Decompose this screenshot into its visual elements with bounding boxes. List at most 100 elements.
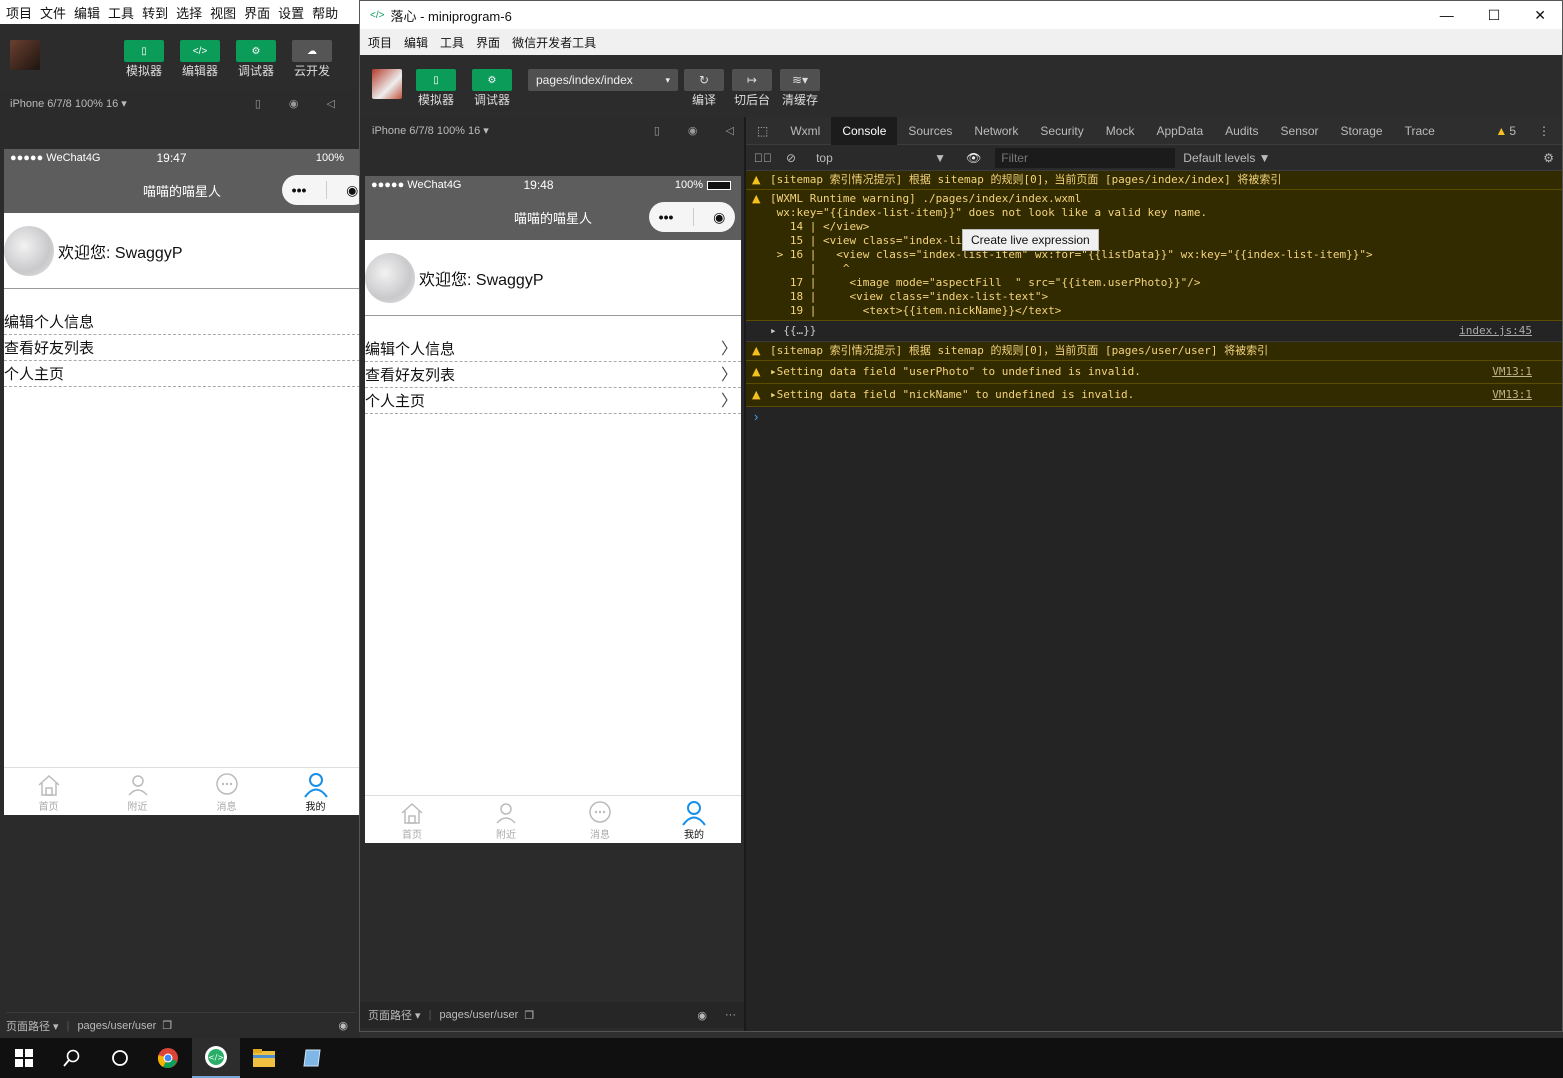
record-icon[interactable]: ◉	[688, 124, 698, 137]
debugger-icon[interactable]: ⚙	[236, 40, 276, 62]
device-selector[interactable]: iPhone 6/7/8 100% 16 ▾	[10, 97, 127, 110]
console-warning[interactable]: ▲ [sitemap 索引情况提示] 根据 sitemap 的规则[0]，当前页面…	[746, 171, 1562, 190]
eye-icon[interactable]: ◉	[338, 1019, 348, 1032]
tab-messages[interactable]: 消息	[182, 768, 271, 815]
source-link[interactable]: VM13:1	[1492, 388, 1532, 402]
menu-item[interactable]: 工具	[440, 34, 464, 51]
sidebar-toggle-icon[interactable]: ▶⃞	[754, 151, 772, 165]
list-item[interactable]: 编辑个人信息 〉	[365, 336, 741, 362]
simulator-icon[interactable]: ▯	[416, 69, 456, 91]
tab-mock[interactable]: Mock	[1095, 117, 1146, 145]
bg-menu-item[interactable]: 帮助	[312, 3, 338, 22]
console-warning[interactable]: ▲ ▸Setting data field "nickName" to undef…	[746, 384, 1562, 407]
tab-home[interactable]: 首页	[4, 768, 93, 815]
source-link[interactable]: index.js:45	[1459, 323, 1532, 339]
cloud-icon[interactable]: ☁	[292, 40, 332, 62]
clear-console-icon[interactable]: ⊘	[786, 151, 796, 165]
record-icon[interactable]: ◉	[289, 97, 299, 110]
more-icon[interactable]: •••	[659, 209, 674, 225]
tab-storage[interactable]: Storage	[1330, 117, 1394, 145]
windows-start-icon[interactable]	[0, 1038, 48, 1078]
file-explorer-icon[interactable]	[240, 1038, 288, 1078]
log-levels-select[interactable]: Default levels ▼	[1183, 151, 1270, 165]
console-log[interactable]: ▸ {{…}} index.js:45	[746, 321, 1562, 342]
maximize-icon[interactable]: ☐	[1488, 7, 1501, 24]
menu-item[interactable]: 界面	[476, 34, 500, 51]
bg-menu-item[interactable]: 文件	[40, 3, 66, 22]
menu-item[interactable]: 项目	[368, 34, 392, 51]
simulator-icon[interactable]: ▯	[124, 40, 164, 62]
tab-sensor[interactable]: Sensor	[1270, 117, 1330, 145]
tab-nearby[interactable]: 附近	[459, 796, 553, 843]
volume-icon[interactable]: ◁	[327, 97, 335, 110]
tab-console[interactable]: Console	[831, 116, 898, 145]
list-item[interactable]: 查看好友列表	[4, 335, 360, 361]
kebab-menu-icon[interactable]: ⋮	[1538, 124, 1550, 138]
page-path-label[interactable]: 页面路径 ▾	[368, 1007, 421, 1023]
avatar[interactable]	[372, 69, 402, 99]
tab-wxml[interactable]: Wxml	[779, 117, 831, 145]
bg-menu-item[interactable]: 项目	[6, 3, 32, 22]
menu-item[interactable]: 微信开发者工具	[512, 34, 596, 51]
console-warning[interactable]: ▲ ▸Setting data field "userPhoto" to unde…	[746, 361, 1562, 384]
bg-menu-item[interactable]: 视图	[210, 3, 236, 22]
switch-background-icon[interactable]: ↦	[732, 69, 772, 91]
tab-audits[interactable]: Audits	[1214, 117, 1269, 145]
gear-icon[interactable]: ⚙	[1543, 151, 1554, 165]
wechat-devtools-icon[interactable]: </>	[192, 1038, 240, 1078]
filter-input[interactable]: Filter	[995, 147, 1176, 168]
minimize-icon[interactable]: —	[1440, 7, 1454, 24]
context-selector[interactable]: top ▼	[816, 151, 946, 165]
warning-counter[interactable]: ▲ 5	[1495, 124, 1516, 138]
console-prompt[interactable]: ›	[746, 407, 1562, 426]
more-icon[interactable]: ···	[725, 1009, 736, 1021]
phone-icon[interactable]: ▯	[255, 97, 261, 110]
volume-icon[interactable]: ◁	[726, 124, 734, 137]
list-item[interactable]: 个人主页	[4, 361, 360, 387]
tab-trace[interactable]: Trace	[1394, 117, 1446, 145]
source-link[interactable]: VM13:1	[1492, 365, 1532, 379]
bg-menu-item[interactable]: 设置	[278, 3, 304, 22]
bg-menu-item[interactable]: 编辑	[74, 3, 100, 22]
tab-sources[interactable]: Sources	[897, 117, 963, 145]
eye-icon[interactable]: ◉	[697, 1009, 707, 1022]
refresh-icon[interactable]: ↻	[684, 69, 724, 91]
layers-icon[interactable]: ≋▾	[780, 69, 820, 91]
console-warning[interactable]: ▲ [WXML Runtime warning] ./pages/index/in…	[746, 190, 1562, 321]
tab-nearby[interactable]: 附近	[93, 768, 182, 815]
inspect-icon[interactable]: ⬚	[746, 117, 779, 145]
bg-menu-item[interactable]: 选择	[176, 3, 202, 22]
device-selector[interactable]: iPhone 6/7/8 100% 16 ▾	[372, 124, 489, 137]
bg-menu-item[interactable]: 界面	[244, 3, 270, 22]
debugger-icon[interactable]: ⚙	[472, 69, 512, 91]
eye-icon[interactable]: 👁	[966, 151, 981, 165]
list-item[interactable]: 个人主页 〉	[365, 388, 741, 414]
tab-home[interactable]: 首页	[365, 796, 459, 843]
bg-menu-item[interactable]: 工具	[108, 3, 134, 22]
search-icon[interactable]	[48, 1038, 96, 1078]
more-icon[interactable]: •••	[292, 182, 307, 198]
close-icon[interactable]: ✕	[1534, 7, 1546, 24]
close-circle-icon[interactable]: ◉	[346, 182, 358, 199]
phone-icon[interactable]: ▯	[654, 124, 660, 137]
copy-icon[interactable]: ❐	[162, 1019, 172, 1032]
avatar[interactable]	[10, 40, 40, 70]
page-path-label[interactable]: 页面路径 ▾	[6, 1018, 59, 1034]
list-item[interactable]: 编辑个人信息	[4, 309, 360, 335]
notepad-icon[interactable]	[288, 1038, 336, 1078]
tab-security[interactable]: Security	[1029, 117, 1094, 145]
tab-appdata[interactable]: AppData	[1145, 117, 1214, 145]
tab-messages[interactable]: 消息	[553, 796, 647, 843]
tab-me[interactable]: 我的	[647, 796, 741, 843]
tab-network[interactable]: Network	[963, 117, 1029, 145]
menu-item[interactable]: 编辑	[404, 34, 428, 51]
copy-icon[interactable]: ❐	[524, 1009, 534, 1022]
list-item[interactable]: 查看好友列表 〉	[365, 362, 741, 388]
bg-menu-item[interactable]: 转到	[142, 3, 168, 22]
tab-me[interactable]: 我的	[271, 768, 360, 815]
console-warning[interactable]: ▲ [sitemap 索引情况提示] 根据 sitemap 的规则[0]，当前页面…	[746, 342, 1562, 361]
editor-icon[interactable]: </>	[180, 40, 220, 62]
compile-mode-select[interactable]: pages/index/index ▾	[528, 69, 678, 91]
chrome-icon[interactable]	[144, 1038, 192, 1078]
close-circle-icon[interactable]: ◉	[713, 209, 725, 226]
